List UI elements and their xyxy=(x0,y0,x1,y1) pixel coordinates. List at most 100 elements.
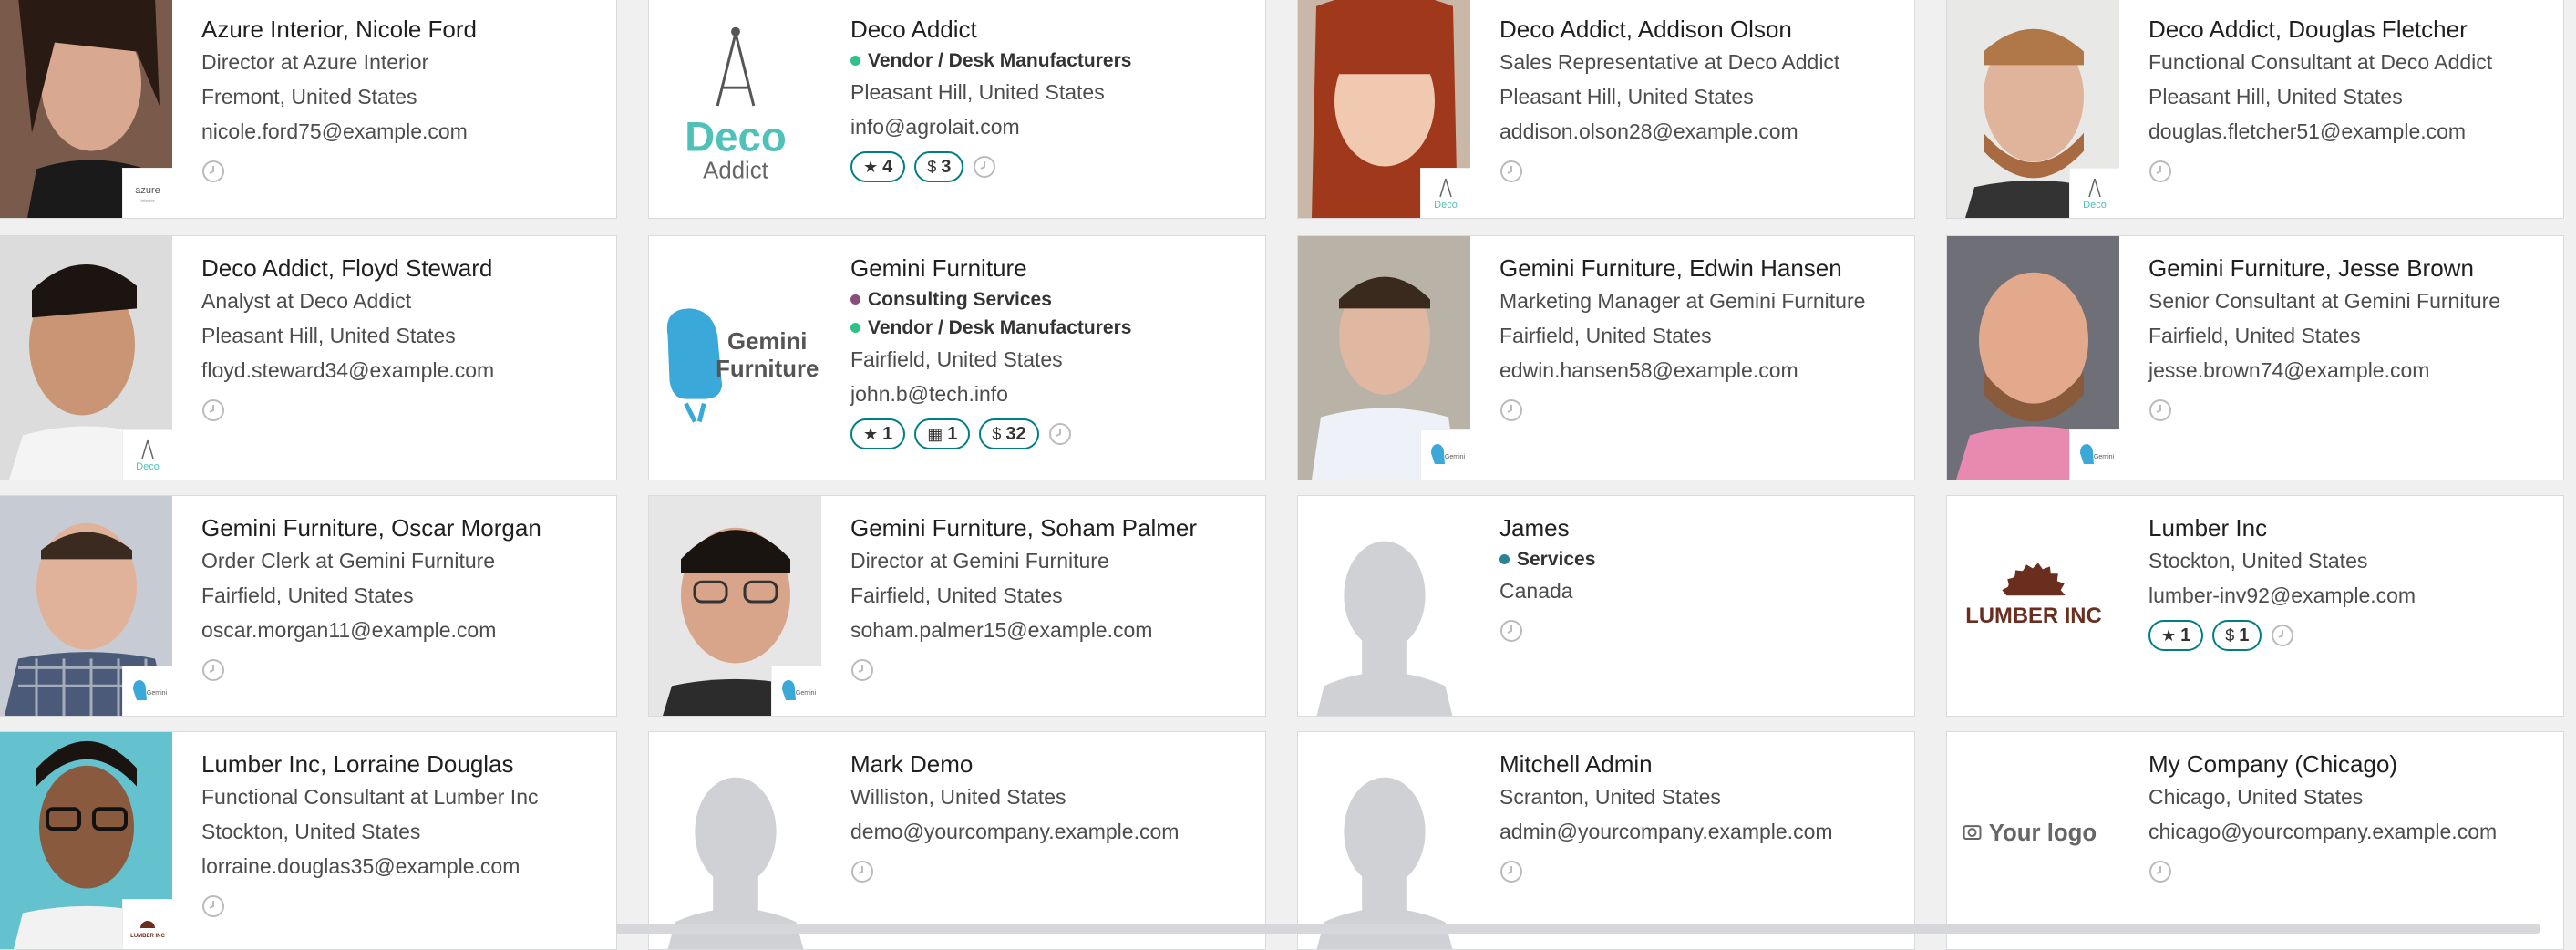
category-tag: Vendor / Desk Manufacturers xyxy=(850,314,1256,342)
opportunities-badge[interactable]: ★ 1 xyxy=(2148,620,2204,651)
card-email: demo@yourcompany.example.com xyxy=(850,820,1180,843)
opportunities-badge[interactable]: ★ 1 xyxy=(850,418,906,449)
contact-card[interactable]: Deco Deco Addict, Douglas Fletcher Funct… xyxy=(1946,0,2564,219)
clock-icon[interactable] xyxy=(850,658,874,682)
clock-icon[interactable] xyxy=(973,155,996,179)
dollar-icon: $ xyxy=(927,157,937,176)
contact-photo: Gemini xyxy=(0,496,172,716)
contact-card[interactable]: Deco Deco Addict, Addison Olson Sales Re… xyxy=(1297,0,1915,219)
kanban-grid: azure interior Azure Interior, Nicole For… xyxy=(0,0,2576,950)
clock-icon[interactable] xyxy=(201,658,225,682)
clock-icon[interactable] xyxy=(1499,160,1523,183)
card-title: Gemini Furniture, Jesse Brown xyxy=(2148,254,2474,282)
contact-card[interactable]: Gemini Gemini Furniture, Jesse Brown Sen… xyxy=(1946,235,2564,480)
sales-badge[interactable]: $3 xyxy=(914,151,964,182)
contact-card[interactable]: azure interior Azure Interior, Nicole For… xyxy=(0,0,617,219)
clock-icon[interactable] xyxy=(2271,624,2294,647)
clock-icon[interactable] xyxy=(201,398,225,422)
card-location: Williston, United States xyxy=(850,785,1066,809)
card-job: Director at Gemini Furniture xyxy=(850,549,1109,573)
card-title: Deco Addict, Addison Olson xyxy=(1499,15,1792,43)
star-icon: ★ xyxy=(863,424,879,443)
card-title: Gemini Furniture, Soham Palmer xyxy=(850,514,1198,542)
card-location: Pleasant Hill, United States xyxy=(201,324,456,347)
contact-card[interactable]: Mitchell Admin Scranton, United States a… xyxy=(1297,731,1915,950)
contact-card[interactable]: Gemini Furniture Gemini Furniture Consult… xyxy=(648,235,1266,480)
card-title: Deco Addict, Floyd Steward xyxy=(201,254,493,282)
contact-card[interactable]: LUMBER INC Lumber Inc Stockton, United S… xyxy=(1946,495,2564,717)
company-logo-icon: Deco xyxy=(122,429,172,480)
contact-photo: LUMBER INC xyxy=(0,732,172,949)
card-title: Gemini Furniture, Oscar Morgan xyxy=(201,514,541,542)
svg-text:Furniture: Furniture xyxy=(716,356,819,382)
contact-photo: Gemini xyxy=(1298,236,1470,480)
horizontal-scrollbar[interactable] xyxy=(616,924,2540,934)
clock-icon[interactable] xyxy=(2148,860,2172,883)
company-logo: Your logo xyxy=(1947,732,2119,949)
clock-icon[interactable] xyxy=(1499,398,1523,422)
card-location: Fairfield, United States xyxy=(201,583,414,607)
card-location: Pleasant Hill, United States xyxy=(1499,85,1754,108)
clock-icon[interactable] xyxy=(2148,398,2172,422)
card-title: Azure Interior, Nicole Ford xyxy=(201,15,478,43)
card-location: Stockton, United States xyxy=(2148,549,2368,573)
card-title: Gemini Furniture xyxy=(850,254,1027,282)
svg-text:Gemini: Gemini xyxy=(2094,454,2115,460)
card-location: Fairfield, United States xyxy=(850,347,1063,371)
svg-text:Addict: Addict xyxy=(703,158,768,183)
dollar-icon: $ xyxy=(992,424,1002,443)
contact-photo: Deco xyxy=(1298,0,1470,218)
company-logo-icon: Gemini xyxy=(122,666,172,716)
card-location: Fremont, United States xyxy=(201,85,417,108)
logo-text: Deco xyxy=(685,114,787,160)
meetings-badge[interactable]: ▦ 1 xyxy=(914,418,971,449)
contact-card[interactable]: Mark Demo Williston, United States demo@… xyxy=(648,731,1266,950)
category-tag: Vendor / Desk Manufacturers xyxy=(850,46,1256,75)
contact-photo: Gemini xyxy=(1947,236,2119,480)
contact-photo: Deco xyxy=(1947,0,2119,218)
contact-card[interactable]: Deco Deco Addict, Floyd Steward Analyst … xyxy=(0,235,617,480)
category-tag: Services xyxy=(1499,545,1905,573)
card-title: My Company (Chicago) xyxy=(2148,750,2398,778)
contact-card[interactable]: James Services Canada xyxy=(1297,495,1915,717)
card-email: floyd.steward34@example.com xyxy=(201,358,495,382)
company-logo-icon: Gemini xyxy=(1420,429,1470,480)
contact-card[interactable]: Gemini Gemini Furniture, Oscar Morgan Or… xyxy=(0,495,617,717)
clock-icon[interactable] xyxy=(1499,619,1523,643)
contact-card[interactable]: Deco Addict Deco Addict Vendor / Desk Man… xyxy=(648,0,1266,219)
clock-icon[interactable] xyxy=(850,860,874,883)
clock-icon[interactable] xyxy=(1048,422,1072,446)
company-logo-icon: Gemini xyxy=(771,666,821,716)
contact-card[interactable]: Gemini Gemini Furniture, Soham Palmer Di… xyxy=(648,495,1266,717)
card-location: Fairfield, United States xyxy=(850,583,1063,607)
opportunities-badge[interactable]: ★ 4 xyxy=(850,151,906,182)
card-job: Functional Consultant at Lumber Inc xyxy=(201,785,539,809)
contact-card[interactable]: Gemini Gemini Furniture, Edwin Hansen Ma… xyxy=(1297,235,1915,480)
contact-card[interactable]: Your logo My Company (Chicago) Chicago, … xyxy=(1946,731,2564,950)
card-email: chicago@yourcompany.example.com xyxy=(2148,820,2498,843)
star-icon: ★ xyxy=(2161,625,2177,645)
clock-icon[interactable] xyxy=(2148,160,2172,183)
clock-icon[interactable] xyxy=(201,160,225,183)
company-logo-icon: Deco xyxy=(1420,168,1470,218)
card-location: Scranton, United States xyxy=(1499,785,1721,809)
company-logo-icon: LUMBER INC xyxy=(122,899,172,949)
svg-text:Deco: Deco xyxy=(1434,200,1458,211)
company-logo: Deco Addict xyxy=(649,0,821,218)
card-job: Sales Representative at Deco Addict xyxy=(1499,50,1840,74)
dollar-icon: $ xyxy=(2225,625,2235,645)
sales-badge[interactable]: $32 xyxy=(979,418,1039,449)
star-icon: ★ xyxy=(863,157,879,176)
contact-card[interactable]: LUMBER INC Lumber Inc, Lorraine Douglas … xyxy=(0,731,617,950)
contact-photo: Gemini xyxy=(649,496,821,716)
sales-badge[interactable]: $1 xyxy=(2212,620,2262,651)
calendar-icon: ▦ xyxy=(927,424,943,443)
clock-icon[interactable] xyxy=(1499,860,1523,883)
company-logo: LUMBER INC xyxy=(1947,496,2119,716)
card-email: soham.palmer15@example.com xyxy=(850,618,1153,642)
card-email: jesse.brown74@example.com xyxy=(2148,358,2430,382)
card-location: Fairfield, United States xyxy=(2148,324,2361,347)
card-job: Order Clerk at Gemini Furniture xyxy=(201,549,496,573)
card-title: Lumber Inc, Lorraine Douglas xyxy=(201,750,514,778)
clock-icon[interactable] xyxy=(201,894,225,918)
